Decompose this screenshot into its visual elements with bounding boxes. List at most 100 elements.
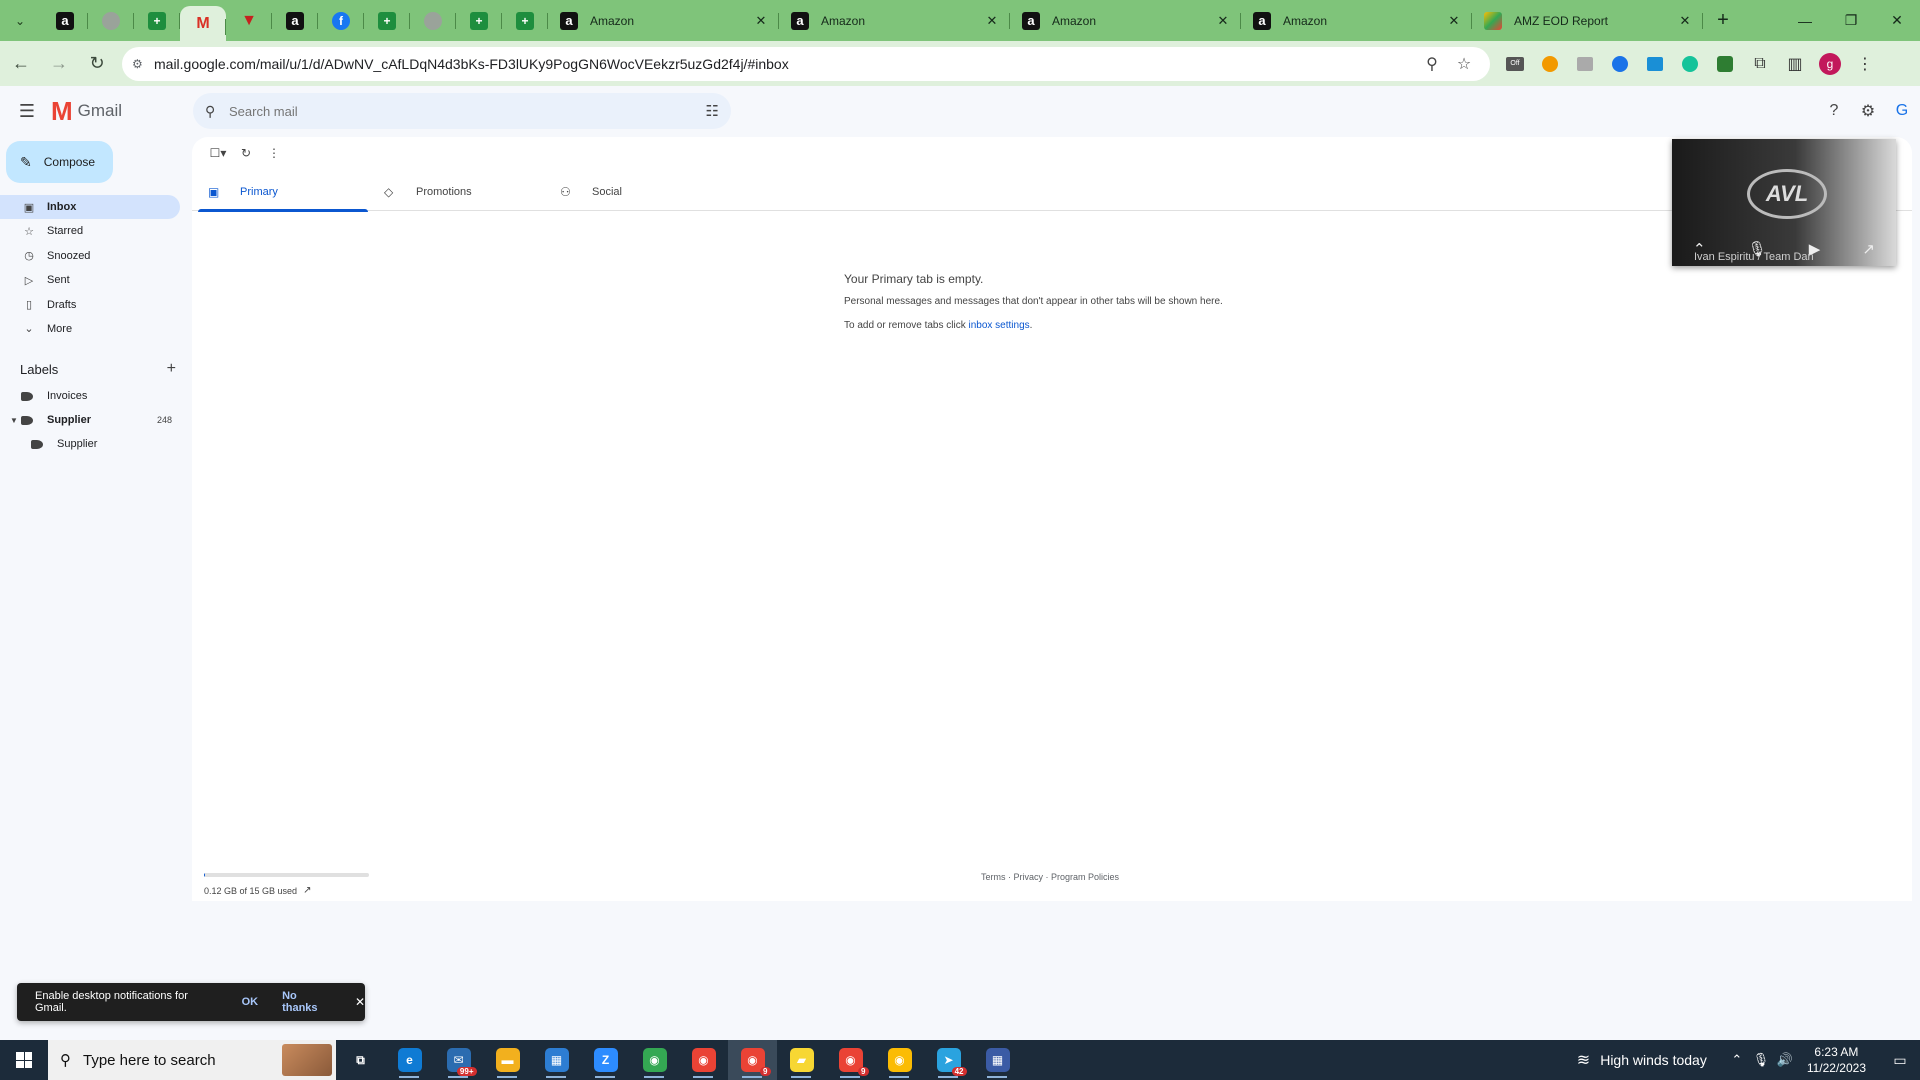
taskbar-app[interactable]: ◉ — [875, 1040, 924, 1080]
tab-search-icon[interactable]: ⌄ — [6, 7, 34, 35]
grammarly-icon[interactable] — [1675, 49, 1705, 79]
select-checkbox-icon[interactable]: ☐▾ — [204, 139, 232, 167]
side-panel-icon[interactable]: ▥ — [1780, 49, 1810, 79]
pinned-tab[interactable]: ▼ — [226, 0, 272, 41]
more-options-icon[interactable]: ⋮ — [260, 139, 288, 167]
taskbar-app[interactable]: ▦ — [532, 1040, 581, 1080]
compose-button[interactable]: ✎ Compose — [6, 141, 113, 183]
browser-tab[interactable]: a Amazon ✕ — [779, 0, 1010, 41]
taskbar-app[interactable]: ◉ 9 — [826, 1040, 875, 1080]
help-icon[interactable]: ? — [1818, 95, 1850, 127]
refresh-icon[interactable]: ↻ — [232, 139, 260, 167]
pinned-tab[interactable]: + — [502, 0, 548, 41]
sidebar-item-drafts[interactable]: ▯ Drafts — [0, 293, 180, 317]
new-tab-button[interactable]: + — [1709, 7, 1737, 35]
clock[interactable]: 6:23 AM 11/22/2023 — [1807, 1044, 1866, 1076]
browser-tab[interactable]: AMZ EOD Report ✕ — [1472, 0, 1703, 41]
tab-promotions[interactable]: ◇ Promotions — [368, 173, 544, 211]
sidebar-item-more[interactable]: ⌄ More — [0, 317, 180, 341]
url-text[interactable]: mail.google.com/mail/u/1/d/ADwNV_cAfLDqN… — [154, 56, 1416, 72]
taskbar-app[interactable]: ◉ — [679, 1040, 728, 1080]
back-icon[interactable]: ← — [4, 47, 38, 81]
forward-icon[interactable]: → — [42, 47, 76, 81]
extension-zm-icon[interactable] — [1640, 49, 1670, 79]
minimize-icon[interactable]: — — [1782, 0, 1828, 41]
extension-rs-icon[interactable] — [1710, 49, 1740, 79]
meet-pip-window[interactable]: AVL ⌃ 🎙 ▶ ↗ Ivan Espiritu / Team Dan — [1672, 139, 1896, 266]
restore-icon[interactable]: ❐ — [1828, 0, 1874, 41]
pinned-tab[interactable]: M — [180, 6, 226, 41]
notifications-icon[interactable]: ▭ — [1880, 1040, 1920, 1080]
zoom-icon[interactable]: ⚲ — [1416, 54, 1448, 74]
pinned-tab[interactable]: f — [318, 0, 364, 41]
taskbar-app[interactable]: ➤ 42 — [924, 1040, 973, 1080]
taskbar-app[interactable]: ◉ — [630, 1040, 679, 1080]
taskbar-search[interactable]: ⚲ Type here to search — [48, 1040, 336, 1080]
gemini-icon[interactable]: G — [1886, 95, 1918, 127]
volume-icon[interactable]: 🔊 — [1773, 1052, 1797, 1068]
taskbar-app[interactable]: ✉ 99+ — [434, 1040, 483, 1080]
bookmark-star-icon[interactable]: ☆ — [1448, 54, 1480, 74]
browser-menu-icon[interactable]: ⋮ — [1850, 49, 1880, 79]
sidebar-item-snoozed[interactable]: ◷ Snoozed — [0, 244, 180, 268]
pinned-tab[interactable] — [410, 0, 456, 41]
pinned-tab[interactable]: a — [42, 0, 88, 41]
browser-tab[interactable]: a Amazon ✕ — [1241, 0, 1472, 41]
search-options-icon[interactable]: ☷ — [706, 102, 719, 120]
pinned-tab[interactable]: + — [364, 0, 410, 41]
taskbar-app[interactable]: ▬ — [483, 1040, 532, 1080]
site-info-icon[interactable]: ⚙ — [132, 57, 154, 71]
profile-avatar[interactable]: g — [1815, 49, 1845, 79]
taskbar-app[interactable]: ⧉ — [336, 1040, 385, 1080]
expand-caret-icon[interactable]: ▼ — [10, 416, 18, 425]
browser-tab[interactable]: a Amazon ✕ — [548, 0, 779, 41]
sidebar-item-sent[interactable]: ▷ Sent — [0, 268, 180, 292]
pinned-tab[interactable] — [88, 0, 134, 41]
tab-close-icon[interactable]: ✕ — [1215, 13, 1231, 29]
tab-social[interactable]: ⚇ Social — [544, 173, 720, 211]
taskbar-app[interactable]: Z — [581, 1040, 630, 1080]
settings-gear-icon[interactable]: ⚙ — [1852, 95, 1884, 127]
taskbar-app[interactable]: ▦ — [973, 1040, 1022, 1080]
start-button[interactable] — [0, 1040, 48, 1080]
browser-tab[interactable]: a Amazon ✕ — [1010, 0, 1241, 41]
sidebar-item-starred[interactable]: ☆ Starred — [0, 219, 180, 243]
extension-orange-icon[interactable] — [1535, 49, 1565, 79]
close-window-icon[interactable]: ✕ — [1874, 0, 1920, 41]
show-hidden-icons-icon[interactable]: ⌃ — [1725, 1052, 1749, 1068]
toast-ok-button[interactable]: OK — [242, 996, 259, 1008]
address-bar[interactable]: ⚙ mail.google.com/mail/u/1/d/ADwNV_cAfLD… — [122, 46, 1490, 81]
tab-close-icon[interactable]: ✕ — [984, 13, 1000, 29]
open-external-icon[interactable]: ↗ — [303, 885, 311, 896]
search-icon[interactable]: ⚲ — [205, 103, 229, 120]
taskbar-app[interactable]: ◉ 9 — [728, 1040, 777, 1080]
sidebar-item-inbox[interactable]: ▣ Inbox — [0, 195, 180, 219]
open-in-tab-icon[interactable]: ↗ — [1862, 240, 1875, 258]
add-label-icon[interactable]: + — [167, 360, 176, 378]
weather-widget[interactable]: ≋ High winds today — [1577, 1050, 1707, 1070]
toast-no-thanks-button[interactable]: No thanks — [282, 990, 335, 1014]
tab-primary[interactable]: ▣ Primary — [192, 173, 368, 212]
gmail-logo[interactable]: M Gmail — [51, 96, 122, 127]
pinned-tab[interactable]: a — [272, 0, 318, 41]
taskbar-app[interactable]: ▰ — [777, 1040, 826, 1080]
tab-close-icon[interactable]: ✕ — [753, 13, 769, 29]
pinned-tab[interactable]: + — [456, 0, 502, 41]
extensions-puzzle-icon[interactable]: ⧉ — [1745, 49, 1775, 79]
tab-close-icon[interactable]: ✕ — [1446, 13, 1462, 29]
extension-off-icon[interactable]: Off — [1500, 49, 1530, 79]
microphone-icon[interactable]: 🎙 — [1749, 1052, 1773, 1068]
toast-close-icon[interactable]: ✕ — [355, 995, 365, 1009]
reload-icon[interactable]: ↻ — [80, 47, 114, 81]
taskbar-app[interactable]: e — [385, 1040, 434, 1080]
label-item[interactable]: ▼ Supplier 248 — [0, 408, 180, 432]
extension-grid-icon[interactable] — [1570, 49, 1600, 79]
footer-links[interactable]: Terms · Privacy · Program Policies — [981, 872, 1119, 882]
search-input[interactable] — [229, 103, 706, 119]
hamburger-menu-icon[interactable]: ☰ — [7, 91, 47, 131]
inbox-settings-link[interactable]: inbox settings — [969, 320, 1030, 331]
label-item[interactable]: Supplier — [0, 432, 180, 456]
tab-close-icon[interactable]: ✕ — [1677, 13, 1693, 29]
extension-blue-icon[interactable] — [1605, 49, 1635, 79]
pinned-tab[interactable]: + — [134, 0, 180, 41]
